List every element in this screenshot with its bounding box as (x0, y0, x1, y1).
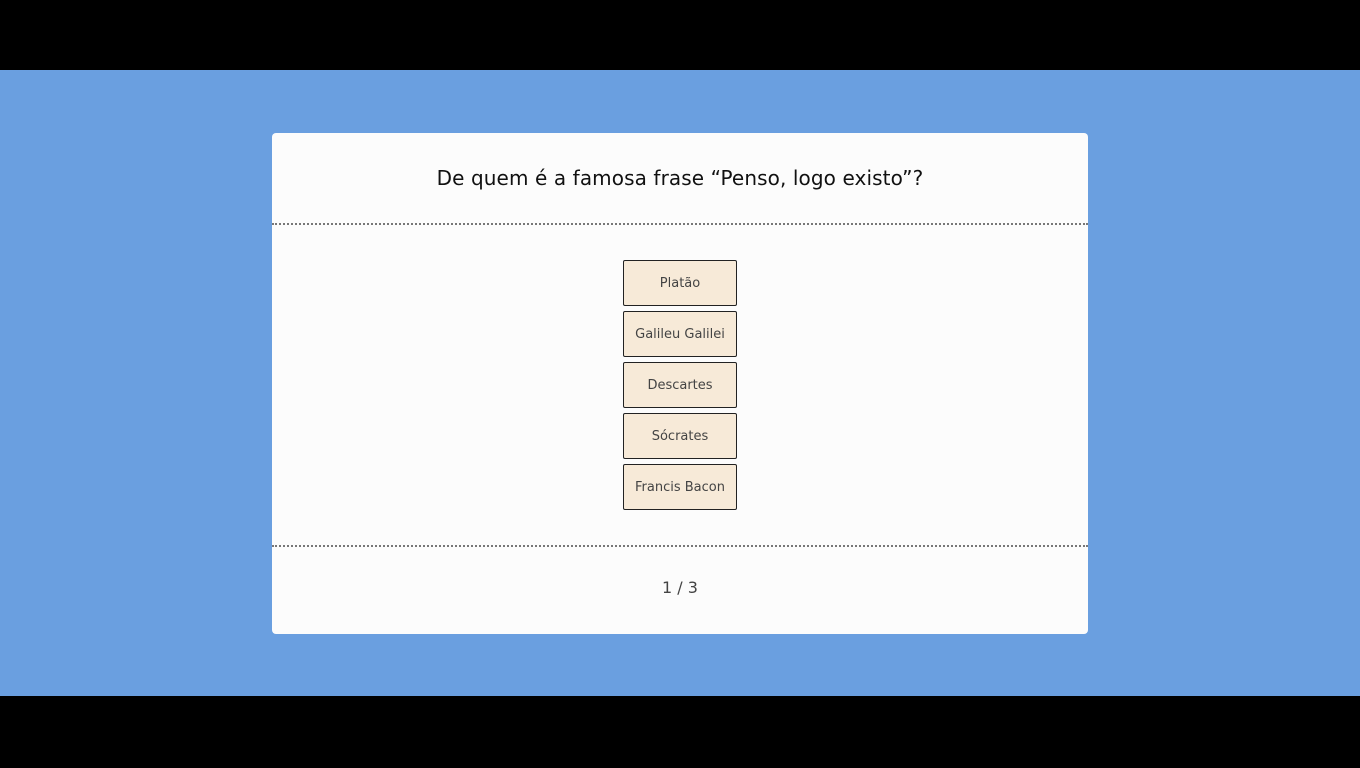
answer-button-francis-bacon[interactable]: Francis Bacon (623, 464, 737, 510)
bottom-divider (272, 545, 1088, 547)
question-progress: 1 / 3 (662, 578, 698, 597)
letterbox-top (0, 0, 1360, 70)
question-text: De quem é a famosa frase “Penso, logo ex… (436, 166, 924, 190)
top-divider (272, 223, 1088, 225)
answer-button-descartes[interactable]: Descartes (623, 362, 737, 408)
answer-button-galileu-galilei[interactable]: Galileu Galilei (623, 311, 737, 357)
answer-button-platao[interactable]: Platão (623, 260, 737, 306)
letterbox-bottom (0, 696, 1360, 768)
quiz-background: De quem é a famosa frase “Penso, logo ex… (0, 70, 1360, 696)
quiz-card: De quem é a famosa frase “Penso, logo ex… (272, 133, 1088, 634)
answer-list: Platão Galileu Galilei Descartes Sócrate… (623, 260, 737, 515)
answer-button-socrates[interactable]: Sócrates (623, 413, 737, 459)
